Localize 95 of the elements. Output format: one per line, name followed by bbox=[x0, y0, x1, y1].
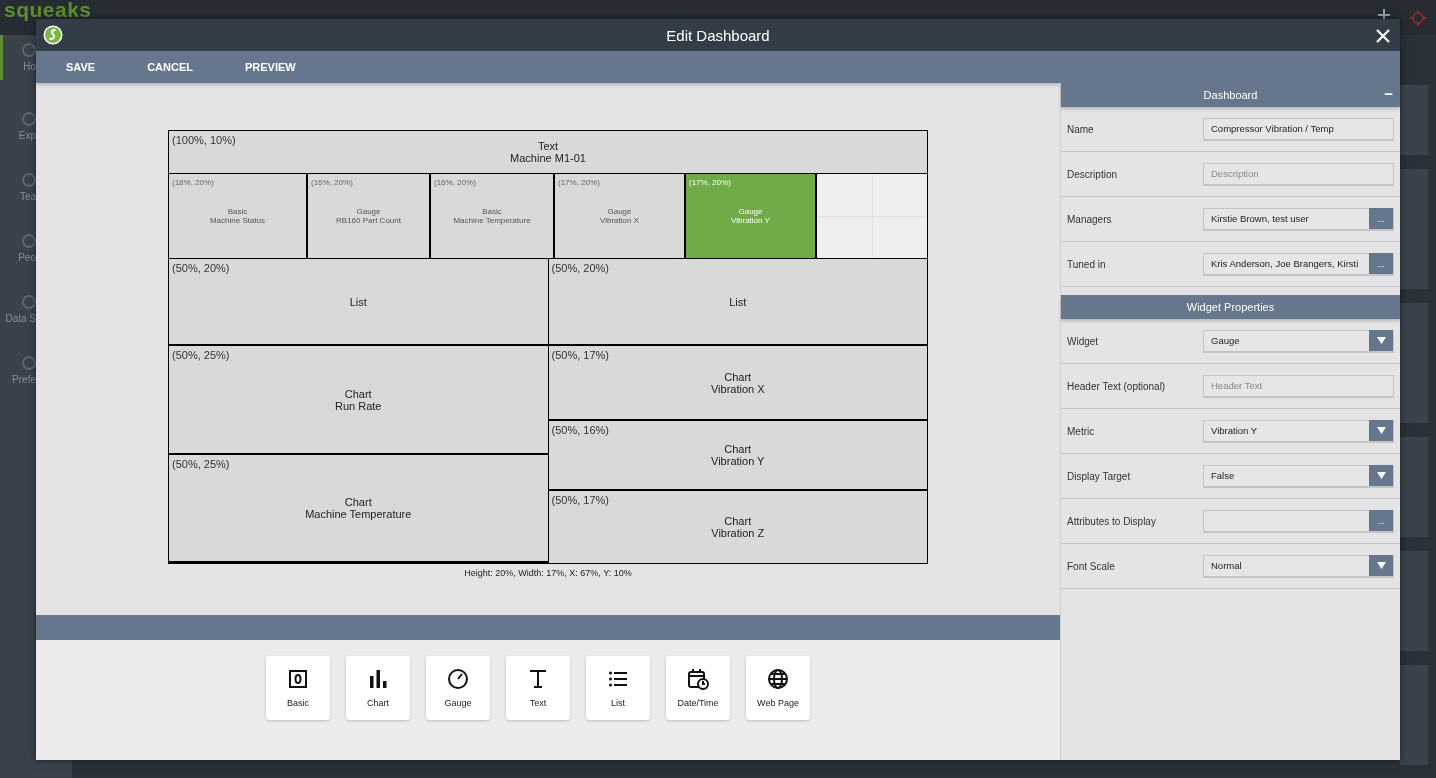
widget-type-button[interactable]: Web Page bbox=[746, 656, 810, 720]
size-label: (16%, 20%) bbox=[311, 178, 353, 187]
input-field[interactable]: Compressor Vibration / Temp bbox=[1203, 117, 1394, 141]
toolbar-button[interactable]: SAVE bbox=[58, 57, 104, 77]
app-logo-icon bbox=[43, 25, 63, 45]
dropdown-arrow-icon bbox=[1376, 562, 1386, 569]
text-widget-icon bbox=[527, 668, 549, 690]
field-label: Display Target bbox=[1066, 470, 1132, 482]
field-label: Metric bbox=[1066, 425, 1096, 437]
nav-icon bbox=[22, 43, 36, 57]
gauge-widget-icon bbox=[447, 668, 469, 690]
basic-widget-icon bbox=[287, 668, 309, 690]
field-label: Tuned in bbox=[1066, 258, 1107, 270]
section-title: Dashboard bbox=[1203, 89, 1258, 101]
widget-type-button[interactable]: List bbox=[586, 656, 650, 720]
selection-info: Height: 20%, Width: 17%, X: 67%, Y: 10% bbox=[464, 568, 632, 578]
widget-label: Chart Run Rate bbox=[335, 387, 382, 412]
browse-button[interactable]: ... bbox=[1369, 253, 1393, 274]
picker-field[interactable]: ... bbox=[1203, 509, 1394, 533]
nav-icon bbox=[22, 356, 36, 370]
field-label: Attributes to Display bbox=[1066, 515, 1157, 527]
dialog-title: Edit Dashboard bbox=[666, 26, 770, 44]
collapse-button[interactable]: − bbox=[1381, 86, 1396, 102]
widget-tile[interactable]: (50%, 25%) Chart Machine Temperature bbox=[169, 455, 548, 561]
field-label: Font Scale bbox=[1066, 560, 1116, 572]
widget-label: List bbox=[729, 295, 747, 308]
size-label: (17%, 20%) bbox=[689, 178, 731, 187]
picker-field[interactable]: Kris Anderson, Joe Brangers, Kirsti ... bbox=[1203, 252, 1394, 276]
widget-label: Basic Machine Status bbox=[209, 207, 266, 225]
widget-label: Chart Vibration Y bbox=[711, 443, 765, 467]
dropdown-arrow-icon bbox=[1376, 472, 1386, 479]
nav-icon bbox=[22, 295, 36, 309]
size-label: (16%, 20%) bbox=[434, 178, 476, 187]
close-icon[interactable] bbox=[1376, 29, 1390, 43]
size-label: (50%, 25%) bbox=[172, 458, 230, 470]
widget-tile[interactable]: (50%, 16%) Chart Vibration Y bbox=[548, 421, 927, 489]
widget-tile[interactable]: (16%, 20%) Gauge RB160 Part Count bbox=[308, 174, 429, 258]
widget-tile[interactable]: (17%, 20%) Gauge Vibration X bbox=[555, 174, 684, 258]
picker-field[interactable]: Kirstie Brown, test user ... bbox=[1203, 207, 1394, 231]
app-logo: squeaks bbox=[4, 0, 92, 20]
dropdown[interactable]: Normal bbox=[1203, 554, 1394, 578]
size-label: (17%, 20%) bbox=[558, 178, 600, 187]
widget-label: List bbox=[349, 295, 367, 308]
toolbar-button[interactable]: PREVIEW bbox=[237, 57, 304, 77]
field-label: Description bbox=[1066, 168, 1119, 180]
widget-type-button[interactable]: Gauge bbox=[426, 656, 490, 720]
dropdown-arrow-icon bbox=[1376, 427, 1386, 434]
size-label: (50%, 25%) bbox=[172, 349, 230, 361]
toolbar-button[interactable]: CANCEL bbox=[139, 57, 201, 77]
section-title: Widget Properties bbox=[1186, 301, 1275, 313]
widget-tile[interactable]: (18%, 20%) Basic Machine Status bbox=[169, 174, 306, 258]
widget-label: Chart Vibration X bbox=[710, 370, 765, 395]
widget-label: Chart Machine Temperature bbox=[305, 496, 412, 520]
card-background bbox=[1400, 85, 1428, 155]
size-label: (50%, 16%) bbox=[551, 424, 609, 436]
widget-label: Gauge Vibration Y bbox=[731, 207, 770, 225]
size-label: (50%, 20%) bbox=[172, 262, 230, 274]
field-label: Widget bbox=[1066, 335, 1100, 347]
widget-label: Gauge RB160 Part Count bbox=[336, 207, 401, 225]
widget-label: Chart Vibration Z bbox=[711, 515, 765, 539]
size-label: (50%, 17%) bbox=[551, 494, 609, 506]
widget-tile[interactable]: (100%, 10%) Text Machine M1-01 bbox=[169, 131, 927, 173]
widget-label: Gauge Vibration X bbox=[600, 207, 639, 225]
datetime-widget-icon bbox=[687, 668, 709, 690]
widget-type-button[interactable]: Basic bbox=[266, 656, 330, 720]
browse-button[interactable]: ... bbox=[1369, 510, 1393, 531]
nav-icon bbox=[22, 234, 36, 248]
widget-tile[interactable]: (50%, 17%) Chart Vibration Z bbox=[548, 491, 927, 563]
dropdown-arrow-icon bbox=[1376, 337, 1386, 344]
size-label: (50%, 17%) bbox=[551, 349, 609, 361]
dropdown[interactable]: False bbox=[1203, 464, 1394, 488]
widget-tile[interactable]: (50%, 20%) List bbox=[548, 259, 927, 344]
browse-button[interactable]: ... bbox=[1369, 208, 1393, 229]
field-label: Managers bbox=[1066, 213, 1113, 225]
nav-icon bbox=[22, 112, 36, 126]
plus-icon[interactable] bbox=[1377, 8, 1391, 22]
size-label: (100%, 10%) bbox=[172, 134, 236, 146]
widget-type-button[interactable]: Chart bbox=[346, 656, 410, 720]
dropdown[interactable]: Gauge bbox=[1203, 329, 1394, 353]
widget-tile[interactable]: (50%, 25%) Chart Run Rate bbox=[169, 346, 548, 453]
widget-label: Basic Machine Temperature bbox=[453, 207, 531, 225]
size-label: (18%, 20%) bbox=[172, 178, 214, 187]
field-label: Name bbox=[1066, 123, 1095, 135]
chart-widget-icon bbox=[367, 668, 389, 690]
widget-label: Text Machine M1-01 bbox=[510, 140, 586, 164]
field-label: Header Text (optional) bbox=[1066, 380, 1167, 392]
widget-tile[interactable]: (50%, 17%) Chart Vibration X bbox=[548, 346, 927, 419]
web-widget-icon bbox=[767, 668, 789, 690]
dropdown[interactable]: Vibration Y bbox=[1203, 419, 1394, 443]
size-label: (50%, 20%) bbox=[551, 262, 609, 274]
widget-type-button[interactable]: Date/Time bbox=[666, 656, 730, 720]
nav-icon bbox=[22, 173, 36, 187]
widget-tile[interactable]: (16%, 20%) Basic Machine Temperature bbox=[431, 174, 553, 258]
widget-tile[interactable]: (50%, 20%) List bbox=[169, 259, 548, 344]
widget-type-button[interactable]: Text bbox=[506, 656, 570, 720]
